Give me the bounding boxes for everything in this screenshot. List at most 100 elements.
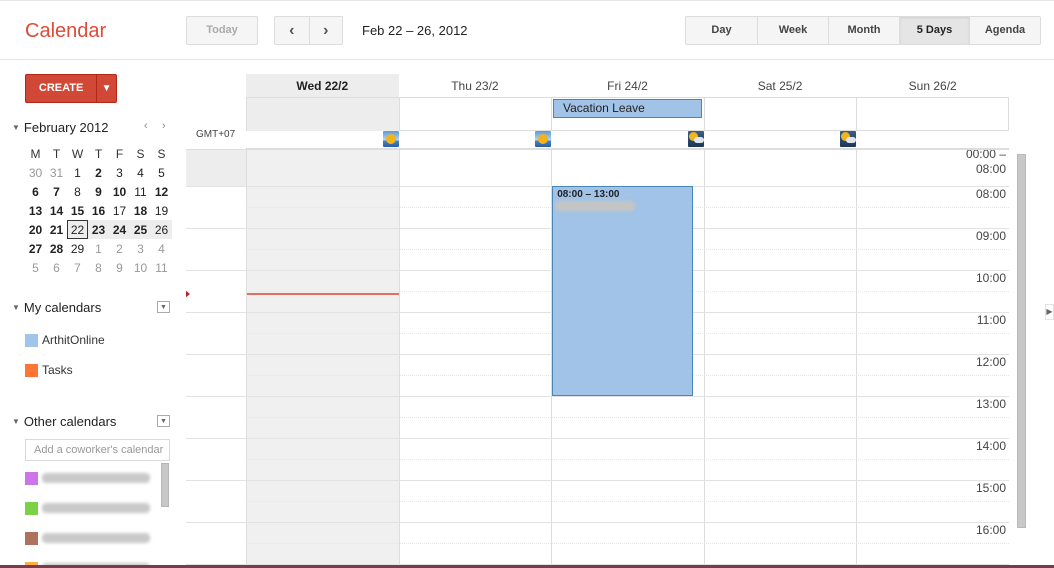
mini-day[interactable]: 31 xyxy=(46,163,67,182)
mini-day[interactable]: 9 xyxy=(88,182,109,201)
mini-day[interactable]: 9 xyxy=(109,258,130,277)
mini-week-row: 13 14 15 16 17 18 19 xyxy=(25,201,172,220)
other-calendar-item[interactable] xyxy=(25,501,150,515)
day-column[interactable] xyxy=(246,150,399,568)
next-period-button[interactable]: › xyxy=(308,17,343,44)
hour-label: 10:00 xyxy=(975,271,1006,285)
day-column-header[interactable]: Fri 24/2 xyxy=(551,74,704,97)
current-time-marker-icon xyxy=(186,290,190,298)
mini-day[interactable]: 16 xyxy=(88,201,109,220)
mini-day[interactable]: 8 xyxy=(67,182,88,201)
add-coworker-calendar-input[interactable]: Add a coworker's calendar xyxy=(25,439,170,461)
mini-day[interactable]: 25 xyxy=(130,220,151,239)
all-day-event[interactable]: Vacation Leave xyxy=(553,99,702,118)
calendar-name-redacted xyxy=(42,533,150,543)
calendar-scrollbar[interactable] xyxy=(1017,154,1026,528)
all-day-cell[interactable] xyxy=(246,98,399,131)
mini-day[interactable]: 15 xyxy=(67,201,88,220)
mini-day[interactable]: 4 xyxy=(130,163,151,182)
caret-down-icon: ▼ xyxy=(160,304,167,311)
mini-day[interactable]: 10 xyxy=(109,182,130,201)
mini-day[interactable]: 29 xyxy=(67,239,88,258)
my-calendars-header[interactable]: ▼ My calendars xyxy=(12,300,101,315)
mini-day[interactable]: 7 xyxy=(67,258,88,277)
half-hour-gridline xyxy=(246,417,1009,418)
current-time-line xyxy=(247,293,399,295)
view-button-5-days[interactable]: 5 Days xyxy=(899,17,969,44)
calendar-name-redacted xyxy=(42,473,150,483)
mini-day[interactable]: 26 xyxy=(151,220,172,239)
create-button[interactable]: CREATE xyxy=(26,75,96,102)
mini-day[interactable]: 24 xyxy=(109,220,130,239)
mini-day[interactable]: 30 xyxy=(25,163,46,182)
view-button-week[interactable]: Week xyxy=(757,17,828,44)
mini-day[interactable]: 1 xyxy=(88,239,109,258)
prev-period-button[interactable]: ‹ xyxy=(275,17,309,44)
view-button-day[interactable]: Day xyxy=(686,17,757,44)
mini-day[interactable]: 7 xyxy=(46,182,67,201)
calendar-item-tasks[interactable]: Tasks xyxy=(25,363,73,377)
create-dropdown-button[interactable]: ▼ xyxy=(96,75,116,102)
calendar-name-redacted xyxy=(42,503,150,513)
all-day-cell[interactable] xyxy=(398,98,552,131)
mini-day-today[interactable]: 22 xyxy=(67,220,88,239)
calendar-color-swatch xyxy=(25,363,38,377)
mini-day[interactable]: 3 xyxy=(130,239,151,258)
day-column-header[interactable]: Wed 22/2 xyxy=(246,74,399,97)
mini-day[interactable]: 23 xyxy=(88,220,109,239)
mini-day[interactable]: 28 xyxy=(46,239,67,258)
other-calendar-item[interactable] xyxy=(25,531,150,545)
mini-day[interactable]: 2 xyxy=(109,239,130,258)
mini-day[interactable]: 27 xyxy=(25,239,46,258)
day-column-header[interactable]: Sun 26/2 xyxy=(856,74,1009,97)
mini-day[interactable]: 20 xyxy=(25,220,46,239)
mini-day[interactable]: 4 xyxy=(151,239,172,258)
day-column[interactable] xyxy=(398,150,552,568)
mini-calendar-header[interactable]: ▼ February 2012 xyxy=(12,120,108,135)
day-column-header[interactable]: Sat 25/2 xyxy=(704,74,857,97)
app-logo[interactable]: Calendar xyxy=(25,20,106,43)
mini-day[interactable]: 14 xyxy=(46,201,67,220)
all-day-cell[interactable] xyxy=(856,98,1009,131)
mini-day[interactable]: 6 xyxy=(25,182,46,201)
mini-day[interactable]: 8 xyxy=(88,258,109,277)
day-column[interactable] xyxy=(703,150,857,568)
day-column-header[interactable]: Thu 23/2 xyxy=(399,74,552,97)
mini-day[interactable]: 3 xyxy=(109,163,130,182)
mini-day[interactable]: 11 xyxy=(151,258,172,277)
create-button-group: CREATE ▼ xyxy=(25,74,117,103)
mini-next-month-button[interactable]: › xyxy=(162,120,166,132)
my-calendars-menu-button[interactable]: ▼ xyxy=(157,301,170,313)
half-hour-gridline xyxy=(246,459,1009,460)
other-calendars-header[interactable]: ▼ Other calendars xyxy=(12,414,116,429)
weather-cloudy-icon xyxy=(687,131,704,147)
mini-day[interactable]: 13 xyxy=(25,201,46,220)
calendar-item-arthitonline[interactable]: ArthitOnline xyxy=(25,333,105,347)
side-panel-toggle[interactable]: ▶ xyxy=(1045,304,1054,320)
mini-day[interactable]: 12 xyxy=(151,182,172,201)
timed-event[interactable]: 08:00 – 13:00 xyxy=(552,186,693,396)
mini-day[interactable]: 2 xyxy=(88,163,109,182)
view-button-month[interactable]: Month xyxy=(828,17,899,44)
my-calendars-title: My calendars xyxy=(23,300,102,315)
sidebar-scrollbar[interactable] xyxy=(161,463,169,507)
today-button[interactable]: Today xyxy=(186,16,258,45)
all-day-cell[interactable] xyxy=(703,98,857,131)
mini-day[interactable]: 10 xyxy=(130,258,151,277)
mini-day[interactable]: 19 xyxy=(151,201,172,220)
mini-day[interactable]: 18 xyxy=(130,201,151,220)
other-calendar-item[interactable] xyxy=(25,471,150,485)
mini-day[interactable]: 1 xyxy=(67,163,88,182)
date-range-label: Feb 22 – 26, 2012 xyxy=(362,23,468,38)
mini-prev-month-button[interactable]: ‹ xyxy=(144,120,148,132)
calendar-view: Vacation Leave GMT+07 00:00 –08:00 08:00 0… xyxy=(186,74,1009,568)
mini-day[interactable]: 5 xyxy=(25,258,46,277)
mini-day[interactable]: 11 xyxy=(130,182,151,201)
mini-day[interactable]: 6 xyxy=(46,258,67,277)
mini-day[interactable]: 21 xyxy=(46,220,67,239)
mini-day[interactable]: 5 xyxy=(151,163,172,182)
time-grid: 00:00 –08:00 08:00 09:00 10:00 11:00 12:00 13:… xyxy=(186,149,1009,568)
mini-day[interactable]: 17 xyxy=(109,201,130,220)
view-button-agenda[interactable]: Agenda xyxy=(969,17,1040,44)
other-calendars-menu-button[interactable]: ▼ xyxy=(157,415,170,427)
